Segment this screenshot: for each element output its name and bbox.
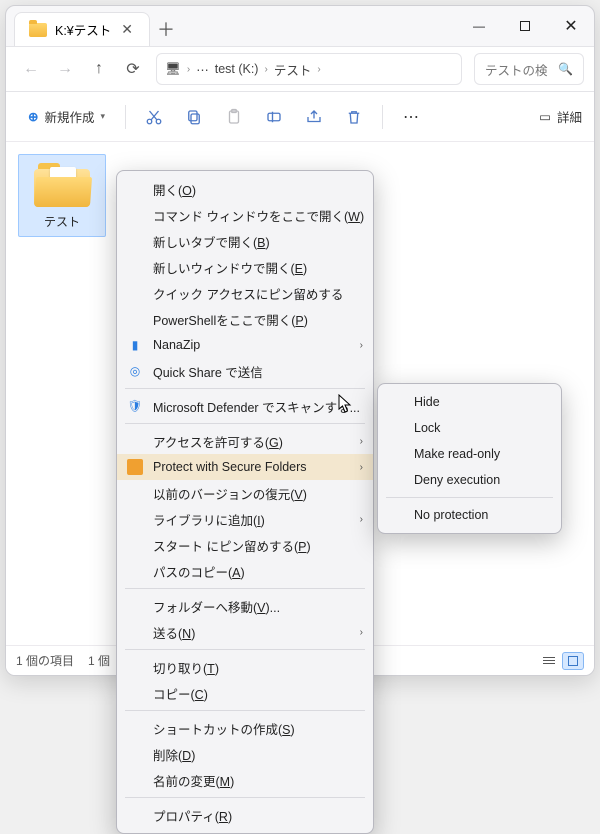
chevron-right-icon: ›: [360, 514, 363, 525]
paste-button[interactable]: [216, 100, 252, 134]
separator: [125, 588, 365, 589]
minimize-button[interactable]: ―: [456, 6, 502, 46]
chevron-right-icon: ›: [317, 64, 320, 75]
maximize-button[interactable]: [502, 6, 548, 46]
menu-properties[interactable]: プロパティ(R): [117, 802, 373, 828]
new-label: 新規作成: [44, 107, 94, 126]
titlebar: K:¥テスト ✕ ＋ ― ✕: [6, 6, 594, 46]
menu-new-tab[interactable]: 新しいタブで開く(B): [117, 228, 373, 254]
menu-add-library[interactable]: ライブラリに追加(I)›: [117, 506, 373, 532]
menu-grant-access[interactable]: アクセスを許可する(G)›: [117, 428, 373, 454]
quickshare-icon: ◎: [127, 363, 143, 379]
details-button[interactable]: ▭ 詳細: [539, 107, 582, 126]
submenu-hide[interactable]: Hide: [378, 389, 561, 415]
menu-pin-quick[interactable]: クイック アクセスにピン留めする: [117, 280, 373, 306]
copy-button[interactable]: [176, 100, 212, 134]
chevron-down-icon: ▾: [101, 111, 106, 122]
tab-title: K:¥テスト: [55, 20, 111, 39]
context-submenu-protect[interactable]: Hide Lock Make read-only Deny execution …: [377, 383, 562, 534]
forward-button[interactable]: →: [50, 54, 80, 84]
divider: [125, 105, 126, 129]
search-input[interactable]: テストの検 🔍: [474, 53, 584, 85]
folder-icon: [34, 163, 90, 207]
item-title: テスト: [44, 213, 80, 230]
search-icon: 🔍: [558, 62, 573, 76]
command-bar: ⊕ 新規作成 ▾ ⋯ ▭ 詳細: [6, 92, 594, 142]
folder-item[interactable]: テスト: [18, 154, 106, 237]
shield-icon: 🛡: [127, 398, 143, 414]
separator: [125, 797, 365, 798]
menu-copy[interactable]: コピー(C): [117, 680, 373, 706]
submenu-readonly[interactable]: Make read-only: [378, 441, 561, 467]
breadcrumb-root[interactable]: test (K:): [215, 62, 259, 76]
context-menu[interactable]: 開く(O) コマンド ウィンドウをここで開く(W) 新しいタブで開く(B) 新し…: [116, 170, 374, 834]
chevron-right-icon: ›: [360, 436, 363, 447]
new-tab-button[interactable]: ＋: [150, 12, 182, 46]
chevron-right-icon: ›: [360, 340, 363, 351]
plus-icon: ⊕: [28, 109, 38, 124]
breadcrumb-folder[interactable]: テスト: [274, 60, 312, 79]
menu-rename[interactable]: 名前の変更(M): [117, 767, 373, 793]
separator: [125, 710, 365, 711]
menu-new-window[interactable]: 新しいウィンドウで開く(E): [117, 254, 373, 280]
view-icons-button[interactable]: [562, 652, 584, 670]
share-button[interactable]: [296, 100, 332, 134]
back-button[interactable]: ←: [16, 54, 46, 84]
breadcrumb[interactable]: 🖥 › ⋯ test (K:) › テスト ›: [156, 53, 462, 85]
menu-copy-path[interactable]: パスのコピー(A): [117, 558, 373, 584]
nav-bar: ← → ↑ ⟳ 🖥 › ⋯ test (K:) › テスト › テストの検 🔍: [6, 46, 594, 92]
menu-pin-start[interactable]: スタート にピン留めする(P): [117, 532, 373, 558]
details-label: 詳細: [557, 107, 582, 126]
tab-current[interactable]: K:¥テスト ✕: [14, 12, 150, 46]
view-details-button[interactable]: [538, 652, 560, 670]
menu-defender[interactable]: 🛡Microsoft Defender でスキャンする...: [117, 393, 373, 419]
menu-delete[interactable]: 削除(D): [117, 741, 373, 767]
menu-protect-secure[interactable]: Protect with Secure Folders›: [117, 454, 373, 480]
separator: [125, 388, 365, 389]
folder-icon: [29, 23, 47, 37]
status-count: 1 個の項目: [16, 652, 74, 669]
submenu-deny[interactable]: Deny execution: [378, 467, 561, 493]
menu-send-to[interactable]: 送る(N)›: [117, 619, 373, 645]
menu-nanazip[interactable]: ▮NanaZip›: [117, 332, 373, 358]
search-placeholder: テストの検: [485, 60, 548, 79]
menu-move-to-folder[interactable]: フォルダーへ移動(V)...: [117, 593, 373, 619]
menu-cut[interactable]: 切り取り(T): [117, 654, 373, 680]
menu-shortcut[interactable]: ショートカットの作成(S): [117, 715, 373, 741]
breadcrumb-ellipsis[interactable]: ⋯: [196, 62, 209, 77]
refresh-button[interactable]: ⟳: [118, 54, 148, 84]
chevron-right-icon: ›: [360, 462, 363, 473]
separator: [125, 423, 365, 424]
separator: [125, 649, 365, 650]
menu-quickshare[interactable]: ◎Quick Share で送信: [117, 358, 373, 384]
delete-button[interactable]: [336, 100, 372, 134]
submenu-noprotect[interactable]: No protection: [378, 502, 561, 528]
chevron-right-icon: ›: [187, 64, 190, 75]
nanazip-icon: ▮: [127, 337, 143, 353]
menu-cmd-here[interactable]: コマンド ウィンドウをここで開く(W): [117, 202, 373, 228]
up-button[interactable]: ↑: [84, 54, 114, 84]
tab-close-icon[interactable]: ✕: [119, 21, 135, 38]
cut-button[interactable]: [136, 100, 172, 134]
separator: [386, 497, 553, 498]
status-selected: 1 個: [88, 652, 110, 669]
submenu-lock[interactable]: Lock: [378, 415, 561, 441]
chevron-right-icon: ›: [264, 64, 267, 75]
details-icon: ▭: [539, 109, 551, 124]
monitor-icon: 🖥: [165, 62, 181, 77]
window-controls: ― ✕: [456, 6, 594, 46]
rename-button[interactable]: [256, 100, 292, 134]
close-button[interactable]: ✕: [548, 6, 594, 46]
menu-powershell[interactable]: PowerShellをここで開く(P): [117, 306, 373, 332]
menu-open[interactable]: 開く(O): [117, 176, 373, 202]
more-button[interactable]: ⋯: [393, 100, 429, 134]
divider: [382, 105, 383, 129]
secure-folders-icon: [127, 459, 143, 475]
chevron-right-icon: ›: [360, 627, 363, 638]
new-button[interactable]: ⊕ 新規作成 ▾: [18, 102, 115, 131]
menu-prev-versions[interactable]: 以前のバージョンの復元(V): [117, 480, 373, 506]
